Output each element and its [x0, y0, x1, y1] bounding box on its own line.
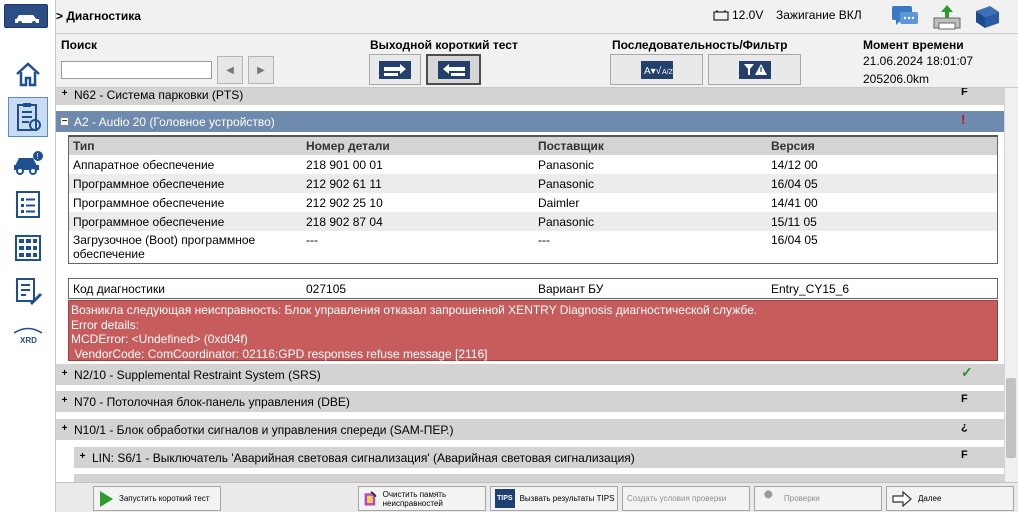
table-row: Загрузочное (Boot) программное обеспечен… — [73, 233, 818, 261]
sort-button[interactable]: A▾√ A/Z — [610, 54, 703, 85]
car-warning-icon: ! — [14, 151, 43, 175]
tips-icon: TIPS — [495, 489, 515, 508]
chat-icon — [892, 6, 918, 25]
short-test-forward-button[interactable] — [369, 54, 421, 85]
diagnostic-code-table: Код диагностики 027105 Вариант БУ Entry_… — [68, 278, 998, 299]
document-edit-icon — [16, 278, 42, 305]
expand-plus-icon[interactable]: + — [60, 369, 69, 379]
car-arrow-left-icon — [437, 60, 470, 79]
collapse-minus-icon[interactable]: − — [60, 117, 69, 127]
triangle-right-icon: ▶ — [257, 64, 265, 76]
table-header: Тип Номер детали Поставщик Версия — [69, 137, 997, 155]
start-short-test-button[interactable]: Запустить короткий тест — [93, 486, 221, 511]
book-icon — [976, 6, 999, 28]
xrd-icon: XRD — [13, 327, 43, 345]
play-icon — [100, 490, 113, 507]
expand-plus-icon[interactable]: + — [60, 396, 69, 406]
expand-plus-icon[interactable]: + — [60, 89, 69, 99]
left-sidebar: ! XRD — [0, 0, 56, 512]
prev-result-button[interactable]: ◀ — [217, 56, 243, 84]
svg-text:!: ! — [37, 152, 39, 161]
print-upload-button[interactable] — [931, 3, 961, 31]
status-question-icon: ¿ — [961, 421, 968, 433]
vertical-scrollbar[interactable] — [1004, 88, 1018, 482]
version-table: Тип Номер детали Поставщик Версия Аппара… — [68, 135, 998, 264]
search-input[interactable] — [61, 61, 212, 79]
ignition-status: Зажигание ВКЛ — [776, 8, 862, 22]
error-message: Возникла следующая неисправность: Блок у… — [68, 300, 998, 361]
checks-button[interactable]: Проверки — [754, 486, 882, 511]
table-row: Код диагностики 027105 Вариант БУ Entry_… — [73, 281, 850, 296]
filter-warning-icon — [738, 60, 771, 79]
home-icon — [16, 62, 40, 87]
sidebar-grid[interactable] — [8, 228, 48, 268]
triangle-left-icon: ◀ — [226, 64, 234, 76]
check-ok-icon: ✓ — [961, 364, 973, 380]
table-row: Аппаратное обеспечение 218 901 00 01 Pan… — [73, 157, 818, 172]
ecu-row-sub[interactable]: + LIN: S6/1 - Выключатель 'Аварийная све… — [74, 447, 1004, 468]
short-test-back-button[interactable] — [426, 54, 481, 85]
control-unit-list: + N62 - Система парковки (PTS) F − A2 - … — [56, 88, 1004, 482]
moment-label: Момент времени — [863, 38, 964, 52]
table-row: Программное обеспечение 212 902 25 10 Da… — [73, 195, 818, 210]
xentry-window: ! XRD > Диагностика 12.0V Зажигание ВКЛ … — [0, 0, 1018, 512]
scrollbar-thumb[interactable] — [1006, 378, 1016, 458]
grid-icon — [15, 235, 41, 261]
diagnosis-clipboard-icon — [17, 103, 41, 131]
list-icon — [16, 191, 40, 218]
ecu-row[interactable]: + N62 - Система парковки (PTS) F — [56, 88, 1004, 105]
ecu-row-selected[interactable]: − A2 - Audio 20 (Головное устройство) ! — [56, 111, 1004, 132]
status-f-icon: F — [961, 449, 968, 461]
create-test-conditions-button[interactable]: Создать условия проверки — [622, 486, 750, 511]
next-button[interactable]: Далее — [886, 486, 1014, 511]
wrench-icon — [762, 489, 773, 506]
vehicle-logo-button[interactable] — [4, 4, 48, 28]
date-time: 21.06.2024 18:01:07 — [863, 54, 974, 68]
svg-text:XRD: XRD — [20, 336, 37, 345]
expand-plus-icon[interactable]: + — [60, 424, 69, 434]
sidebar-home[interactable] — [8, 54, 48, 94]
sidebar-diagnosis[interactable] — [8, 97, 48, 137]
header-bar: > Диагностика 12.0V Зажигание ВКЛ — [56, 0, 1018, 34]
ecu-row[interactable]: + N10/1 - Блок обработки сигналов и упра… — [56, 419, 1004, 440]
car-icon — [15, 15, 39, 25]
car-arrow-right-icon — [379, 60, 411, 79]
warning-exclamation-icon: ! — [961, 112, 966, 127]
printer-upload-icon — [933, 5, 961, 30]
sidebar-list[interactable] — [8, 184, 48, 224]
status-f-icon: F — [961, 393, 968, 405]
filter-button[interactable] — [708, 54, 801, 85]
mileage: 205206.0km — [863, 72, 930, 86]
arrow-right-icon — [892, 490, 912, 507]
toolbar: Поиск ◀ ▶ Выходной короткий тест Последо… — [56, 34, 1018, 88]
clear-fault-memory-button[interactable]: Очистить память неисправностей — [358, 486, 486, 511]
sidebar-vehicle-check[interactable]: ! — [8, 141, 48, 181]
short-test-label: Выходной короткий тест — [370, 38, 518, 52]
next-result-button[interactable]: ▶ — [248, 56, 274, 84]
chat-button[interactable] — [890, 3, 920, 31]
sequence-filter-label: Последовательность/Фильтр — [612, 38, 788, 52]
tips-results-button[interactable]: TIPS Вызвать результаты TIPS — [490, 486, 618, 511]
sidebar-documents[interactable] — [8, 271, 48, 311]
ecu-row[interactable]: + N2/10 - Supplemental Restraint System … — [56, 364, 1004, 385]
svg-text:A▾√: A▾√ — [644, 65, 662, 77]
manual-book-button[interactable] — [972, 3, 1002, 31]
search-label: Поиск — [61, 38, 98, 52]
bottom-action-bar: Запустить короткий тест Очистить память … — [56, 482, 1018, 512]
ecu-row-partial[interactable] — [74, 474, 1004, 482]
clear-memory-icon — [364, 490, 377, 506]
ecu-row[interactable]: + N70 - Потолочная блок-панель управлени… — [56, 391, 1004, 412]
svg-text:A/Z: A/Z — [662, 69, 674, 76]
table-row: Программное обеспечение 218 902 87 04 Pa… — [69, 212, 997, 231]
sort-icon: A▾√ A/Z — [640, 60, 674, 79]
battery-voltage: 12.0V — [732, 8, 764, 22]
breadcrumb: > Диагностика — [56, 9, 141, 23]
expand-plus-icon[interactable]: + — [78, 452, 87, 462]
table-row: Программное обеспечение 212 902 61 11 Pa… — [69, 174, 997, 193]
battery-status: 12.0V — [713, 8, 763, 22]
sidebar-xrd[interactable]: XRD — [8, 314, 48, 354]
battery-icon — [713, 10, 729, 21]
status-f-icon: F — [961, 88, 968, 98]
